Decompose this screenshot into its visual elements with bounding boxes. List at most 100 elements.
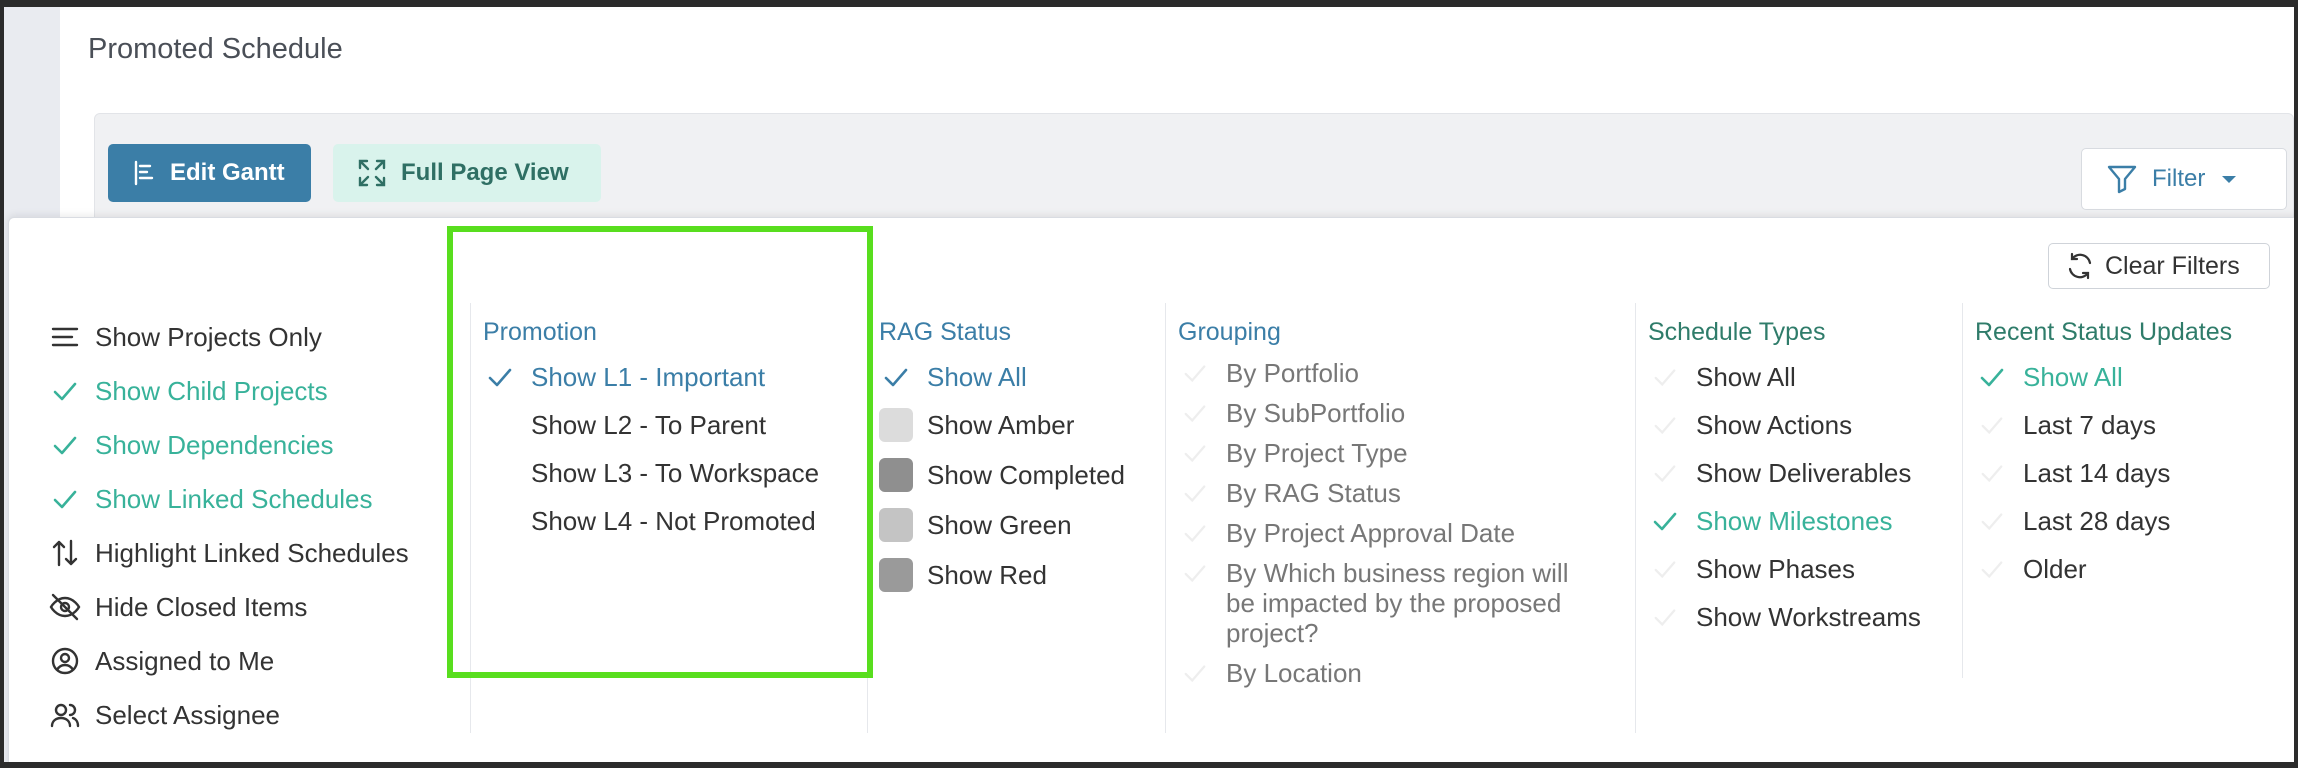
- filter-dropdown-panel: Clear Filters Show Projects Only Show Ch…: [8, 217, 2294, 762]
- rag-item[interactable]: Show Completed: [879, 452, 1125, 502]
- grouping-item-label: By Which business region will be impacte…: [1226, 558, 1569, 648]
- option-show-linked-schedules[interactable]: Show Linked Schedules: [49, 472, 409, 526]
- rag-item-label: Show Red: [927, 560, 1047, 590]
- grouping-item[interactable]: By Which business region will be impacte…: [1178, 554, 1608, 654]
- check-icon: [1975, 410, 2009, 440]
- check-icon: [1648, 602, 1682, 632]
- option-select-assignee[interactable]: Select Assignee: [49, 688, 409, 742]
- promotion-item[interactable]: Show L1 - Important: [483, 354, 819, 402]
- grouping-item-label: By Project Approval Date: [1226, 518, 1516, 548]
- clear-filters-button[interactable]: Clear Filters: [2048, 243, 2270, 289]
- promotion-item[interactable]: Show L3 - To Workspace: [483, 450, 819, 498]
- recent-status-label: Last 28 days: [2023, 506, 2171, 536]
- grouping-title: Grouping: [1178, 317, 1281, 346]
- red-swatch: [879, 558, 913, 592]
- grouping-item[interactable]: By RAG Status: [1178, 474, 1608, 514]
- grouping-item[interactable]: By SubPortfolio: [1178, 394, 1608, 434]
- option-label: Select Assignee: [95, 699, 281, 730]
- grouping-item[interactable]: By Location: [1178, 654, 1608, 694]
- check-icon: [49, 483, 81, 515]
- promotion-item[interactable]: Show L2 - To Parent: [483, 402, 819, 450]
- check-icon: [1975, 362, 2009, 392]
- check-icon: [1648, 506, 1682, 536]
- option-highlight-linked-schedules[interactable]: Highlight Linked Schedules: [49, 526, 409, 580]
- option-show-dependencies[interactable]: Show Dependencies: [49, 418, 409, 472]
- refresh-icon: [2065, 251, 2095, 281]
- option-hide-closed-items[interactable]: Hide Closed Items: [49, 580, 409, 634]
- promotion-item-label: Show L4 - Not Promoted: [531, 506, 816, 536]
- divider: [1962, 303, 1963, 678]
- filter-label: Filter: [2152, 165, 2206, 192]
- check-icon: [1648, 362, 1682, 392]
- rag-item[interactable]: Show Amber: [879, 402, 1125, 452]
- promotion-column: Promotion Show L1 - Important Show L2 - …: [483, 310, 819, 546]
- recent-status-label: Last 14 days: [2023, 458, 2171, 488]
- recent-status-item[interactable]: Last 28 days: [1975, 498, 2232, 546]
- schedule-types-title: Schedule Types: [1648, 317, 1826, 346]
- check-icon: [1178, 658, 1212, 688]
- check-icon: [1648, 458, 1682, 488]
- check-icon: [1975, 506, 2009, 536]
- users-icon: [49, 699, 81, 731]
- option-show-projects-only[interactable]: Show Projects Only: [49, 310, 409, 364]
- promotion-item[interactable]: Show L4 - Not Promoted: [483, 498, 819, 546]
- user-circle-icon: [49, 645, 81, 677]
- filter-button[interactable]: Filter: [2081, 148, 2287, 210]
- edit-gantt-button[interactable]: Edit Gantt: [108, 144, 311, 202]
- schedule-type-item[interactable]: Show Milestones: [1648, 498, 1921, 546]
- recent-status-item[interactable]: Last 14 days: [1975, 450, 2232, 498]
- schedule-type-label: Show All: [1696, 362, 1796, 392]
- recent-status-label: Last 7 days: [2023, 410, 2156, 440]
- check-icon: [49, 375, 81, 407]
- check-icon: [1178, 558, 1212, 588]
- sort-arrows-icon: [49, 537, 81, 569]
- grouping-item[interactable]: By Project Approval Date: [1178, 514, 1608, 554]
- option-assigned-to-me[interactable]: Assigned to Me: [49, 634, 409, 688]
- clear-filters-label: Clear Filters: [2105, 251, 2240, 280]
- recent-status-item[interactable]: Last 7 days: [1975, 402, 2232, 450]
- funnel-icon: [2106, 163, 2138, 195]
- divider: [1635, 303, 1636, 733]
- schedule-type-item[interactable]: Show All: [1648, 354, 1921, 402]
- grouping-item[interactable]: By Portfolio: [1178, 354, 1608, 394]
- recent-status-label: Older: [2023, 554, 2087, 584]
- check-icon: [1178, 478, 1212, 508]
- promotion-title: Promotion: [483, 317, 597, 346]
- rag-item[interactable]: Show Red: [879, 552, 1125, 602]
- check-icon: [1648, 410, 1682, 440]
- recent-status-item[interactable]: Older: [1975, 546, 2232, 594]
- option-label: Hide Closed Items: [95, 591, 308, 622]
- page-title: Promoted Schedule: [88, 33, 343, 65]
- grouping-item-label: By SubPortfolio: [1226, 398, 1406, 428]
- full-page-view-button[interactable]: Full Page View: [333, 144, 601, 202]
- schedule-type-item[interactable]: Show Phases: [1648, 546, 1921, 594]
- check-icon: [879, 362, 913, 392]
- check-icon: [1648, 554, 1682, 584]
- rag-item[interactable]: Show All: [879, 354, 1125, 402]
- check-icon: [1178, 398, 1212, 428]
- completed-swatch: [879, 458, 913, 492]
- grouping-item[interactable]: By Project Type: [1178, 434, 1608, 474]
- check-icon: [49, 429, 81, 461]
- schedule-type-label: Show Actions: [1696, 410, 1853, 440]
- schedule-type-label: Show Phases: [1696, 554, 1855, 584]
- grouping-item-label: By Location: [1226, 658, 1362, 688]
- option-label: Show Child Projects: [95, 375, 328, 406]
- grouping-column: Grouping By Portfolio By SubPortfolio By…: [1178, 310, 1608, 694]
- rag-item-label: Show All: [927, 362, 1027, 392]
- divider: [470, 303, 471, 733]
- rag-item[interactable]: Show Green: [879, 502, 1125, 552]
- gantt-icon: [132, 159, 156, 187]
- option-show-child-projects[interactable]: Show Child Projects: [49, 364, 409, 418]
- promotion-item-label: Show L2 - To Parent: [531, 410, 767, 440]
- grouping-item-label: By RAG Status: [1226, 478, 1401, 508]
- schedule-type-item[interactable]: Show Workstreams: [1648, 594, 1921, 642]
- recent-status-item[interactable]: Show All: [1975, 354, 2232, 402]
- schedule-type-item[interactable]: Show Deliverables: [1648, 450, 1921, 498]
- green-swatch: [879, 508, 913, 542]
- option-label: Show Dependencies: [95, 429, 334, 460]
- options-list: Show Projects Only Show Child Projects S…: [49, 310, 409, 742]
- grouping-item-label: By Portfolio: [1226, 358, 1359, 388]
- check-icon: [1178, 358, 1212, 388]
- schedule-type-item[interactable]: Show Actions: [1648, 402, 1921, 450]
